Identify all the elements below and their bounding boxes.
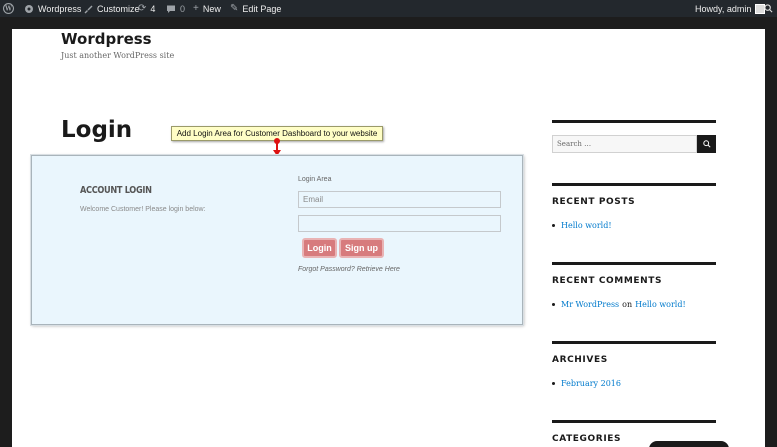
search-widget-rule [552,120,716,123]
updates-icon: ⟳ [138,2,147,14]
new-content-menu[interactable]: + New [193,0,221,17]
new-label: New [202,3,221,14]
email-field[interactable]: Email [298,191,501,208]
site-description: Just another WordPress site [61,51,175,60]
site-name-label: Wordpress [38,3,82,14]
list-item: Mr WordPress on Hello world! [552,300,686,309]
recent-post-link[interactable]: Hello world! [561,221,612,230]
search-icon [764,4,773,13]
howdy-label: Howdy, admin [695,3,752,14]
recent-comments-title: Recent Comments [552,276,663,286]
site-title[interactable]: Wordpress [61,30,152,48]
welcome-text: Welcome Customer! Please login below: [80,206,206,213]
page-title: Login [61,117,133,143]
recent-posts-title: Recent Posts [552,197,636,207]
plus-icon: + [193,2,199,14]
forgot-password-link[interactable]: Forgot Password? Retrieve Here [298,266,400,273]
bullet-icon [552,382,555,385]
recent-posts-rule [552,183,716,186]
account-login-heading: Account Login [80,185,152,196]
my-account-menu[interactable]: Howdy, admin [695,0,766,17]
comment-bubble-icon [166,4,176,14]
admin-search-button[interactable] [764,0,773,17]
wordpress-logo-menu[interactable]: W [3,0,14,17]
search-widget: Search … [552,135,716,153]
paintbrush-icon [83,4,93,14]
page-container: Wordpress Just another WordPress site Lo… [12,29,765,447]
comments-link[interactable]: 0 [166,0,185,17]
archive-link[interactable]: February 2016 [561,379,621,388]
edit-page-label: Edit Page [242,3,282,14]
password-field[interactable] [298,215,501,232]
comment-post-link[interactable]: Hello world! [635,300,686,309]
bullet-icon [552,224,555,227]
customize-link[interactable]: Customize [83,0,140,17]
categories-title: Categories [552,434,622,444]
list-item[interactable]: February 2016 [552,379,621,388]
recent-comments-rule [552,262,716,265]
edit-page-link[interactable]: ✎ Edit Page [230,0,281,17]
search-input[interactable]: Search … [552,135,697,153]
signup-button[interactable]: Sign up [339,238,384,258]
login-button[interactable]: Login [302,238,337,258]
login-area-panel: Account Login Welcome Customer! Please l… [31,155,523,325]
categories-rule [552,420,716,423]
comment-author-link[interactable]: Mr WordPress [561,300,619,309]
updates-link[interactable]: ⟳ 4 [138,0,155,17]
search-icon [702,135,711,153]
archives-rule [552,341,716,344]
bullet-icon [552,303,555,306]
floating-toolbar-tab[interactable] [649,441,729,447]
admin-bar: W Wordpress Customize ⟳ 4 0 + New ✎ Edit… [0,0,777,17]
wordpress-logo-icon: W [3,3,14,14]
login-area-label: Login Area [298,176,332,183]
list-item[interactable]: Hello world! [552,221,612,230]
pencil-icon: ✎ [230,2,239,14]
svg-text:W: W [4,6,12,13]
home-dashboard-icon [24,4,34,14]
site-name-menu[interactable]: Wordpress [24,0,81,17]
comments-count: 0 [180,3,186,14]
customize-label: Customize [97,3,140,14]
comment-on-text: on [622,300,633,309]
annotation-arrow-dot [274,138,280,144]
updates-count: 4 [150,3,156,14]
search-submit-button[interactable] [697,135,716,153]
archives-title: Archives [552,355,608,365]
